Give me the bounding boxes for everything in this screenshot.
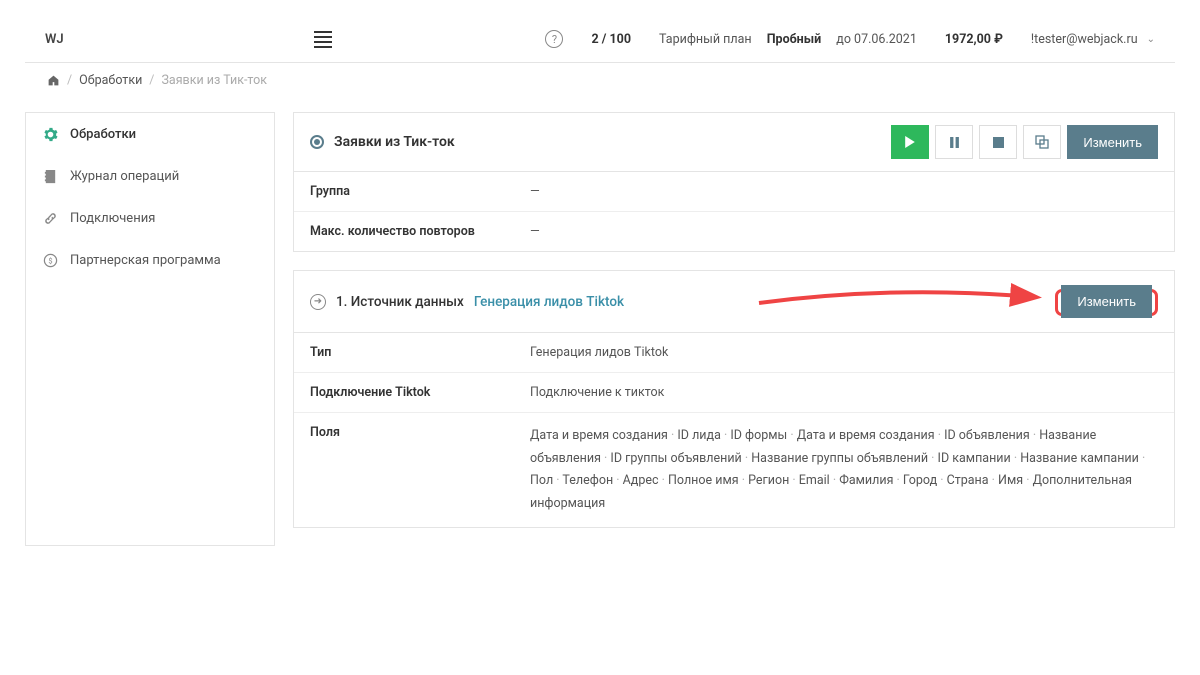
- edit-process-button[interactable]: Изменить: [1067, 125, 1158, 159]
- field-tag: ID формы: [730, 428, 796, 443]
- breadcrumb: / Обработки / Заявки из Тик-ток: [25, 63, 1175, 98]
- edit-source-button[interactable]: Изменить: [1061, 285, 1152, 318]
- status-icon: [310, 135, 324, 149]
- sidebar-item-partner[interactable]: $ Партнерская программа: [26, 239, 274, 281]
- field-tag: Регион: [748, 473, 799, 488]
- chevron-down-icon: ⌄: [1147, 34, 1155, 45]
- field-tag: Полное имя: [668, 473, 748, 488]
- sidebar: Обработки Журнал операций Подключения $ …: [25, 112, 275, 546]
- field-tag: ID кампании: [938, 451, 1021, 466]
- process-title: Заявки из Тик-ток: [310, 134, 455, 150]
- help-icon[interactable]: ?: [545, 30, 563, 48]
- sidebar-item-label: Подключения: [70, 211, 155, 226]
- field-tag: Название кампании: [1020, 451, 1145, 466]
- menu-icon[interactable]: [314, 31, 332, 48]
- field-tag: Название группы объявлений: [751, 451, 937, 466]
- play-button[interactable]: [891, 125, 929, 159]
- link-icon: [42, 210, 58, 226]
- sidebar-item-label: Журнал операций: [70, 169, 179, 184]
- field-tag: Email: [799, 473, 839, 488]
- sidebar-item-connections[interactable]: Подключения: [26, 197, 274, 239]
- step-label: 1. Источник данных: [336, 294, 464, 310]
- logo: WJ: [45, 32, 64, 47]
- field-tag: ID группы объявлений: [610, 451, 751, 466]
- journal-icon: [42, 168, 58, 184]
- field-tag: Город: [903, 473, 947, 488]
- field-tag: Адрес: [623, 473, 668, 488]
- process-card: Заявки из Тик-ток Изменить: [293, 112, 1175, 252]
- field-tag: ID объявления: [944, 428, 1039, 443]
- sidebar-item-processing[interactable]: Обработки: [26, 113, 274, 155]
- field-tag: Телефон: [562, 473, 622, 488]
- field-tag: Дата и время создания: [530, 428, 677, 443]
- stop-button[interactable]: [979, 125, 1017, 159]
- svg-text:$: $: [48, 256, 52, 265]
- sidebar-item-label: Обработки: [70, 127, 136, 142]
- copy-button[interactable]: [1023, 125, 1061, 159]
- home-icon[interactable]: [47, 74, 60, 87]
- usage-counter: 2 / 100: [591, 32, 631, 47]
- field-tag: ID лида: [677, 428, 730, 443]
- field-tag: Дата и время создания: [797, 428, 944, 443]
- field-tag: Пол: [530, 473, 562, 488]
- source-card: ➜ 1. Источник данных Генерация лидов Tik…: [293, 270, 1175, 528]
- step-icon: ➜: [310, 294, 326, 310]
- header: WJ ? 2 / 100 Тарифный план Пробный до 07…: [25, 20, 1175, 63]
- plan-info: Тарифный план Пробный до 07.06.2021: [659, 32, 917, 47]
- gear-icon: [42, 126, 58, 142]
- sidebar-item-log[interactable]: Журнал операций: [26, 155, 274, 197]
- callout-highlight: Изменить: [1055, 289, 1158, 316]
- breadcrumb-current: Заявки из Тик-ток: [161, 73, 267, 88]
- pause-button[interactable]: [935, 125, 973, 159]
- sidebar-item-label: Партнерская программа: [70, 253, 221, 268]
- source-name[interactable]: Генерация лидов Tiktok: [474, 294, 624, 310]
- dollar-icon: $: [42, 252, 58, 268]
- prop-row-group: Группа —: [294, 172, 1174, 212]
- balance: 1972,00 ₽: [945, 32, 1003, 47]
- field-tag: Имя: [998, 473, 1033, 488]
- fields-list: Дата и время созданияID лидаID формыДата…: [530, 425, 1158, 515]
- prop-row-maxrepeat: Макс. количество повторов —: [294, 212, 1174, 251]
- field-tag: Страна: [947, 473, 998, 488]
- breadcrumb-link[interactable]: Обработки: [79, 73, 142, 88]
- main-content: Заявки из Тик-ток Изменить: [293, 112, 1175, 546]
- field-tag: Фамилия: [839, 473, 903, 488]
- callout-arrow: [754, 283, 1044, 315]
- user-menu[interactable]: !tester@webjack.ru⌄: [1031, 32, 1155, 47]
